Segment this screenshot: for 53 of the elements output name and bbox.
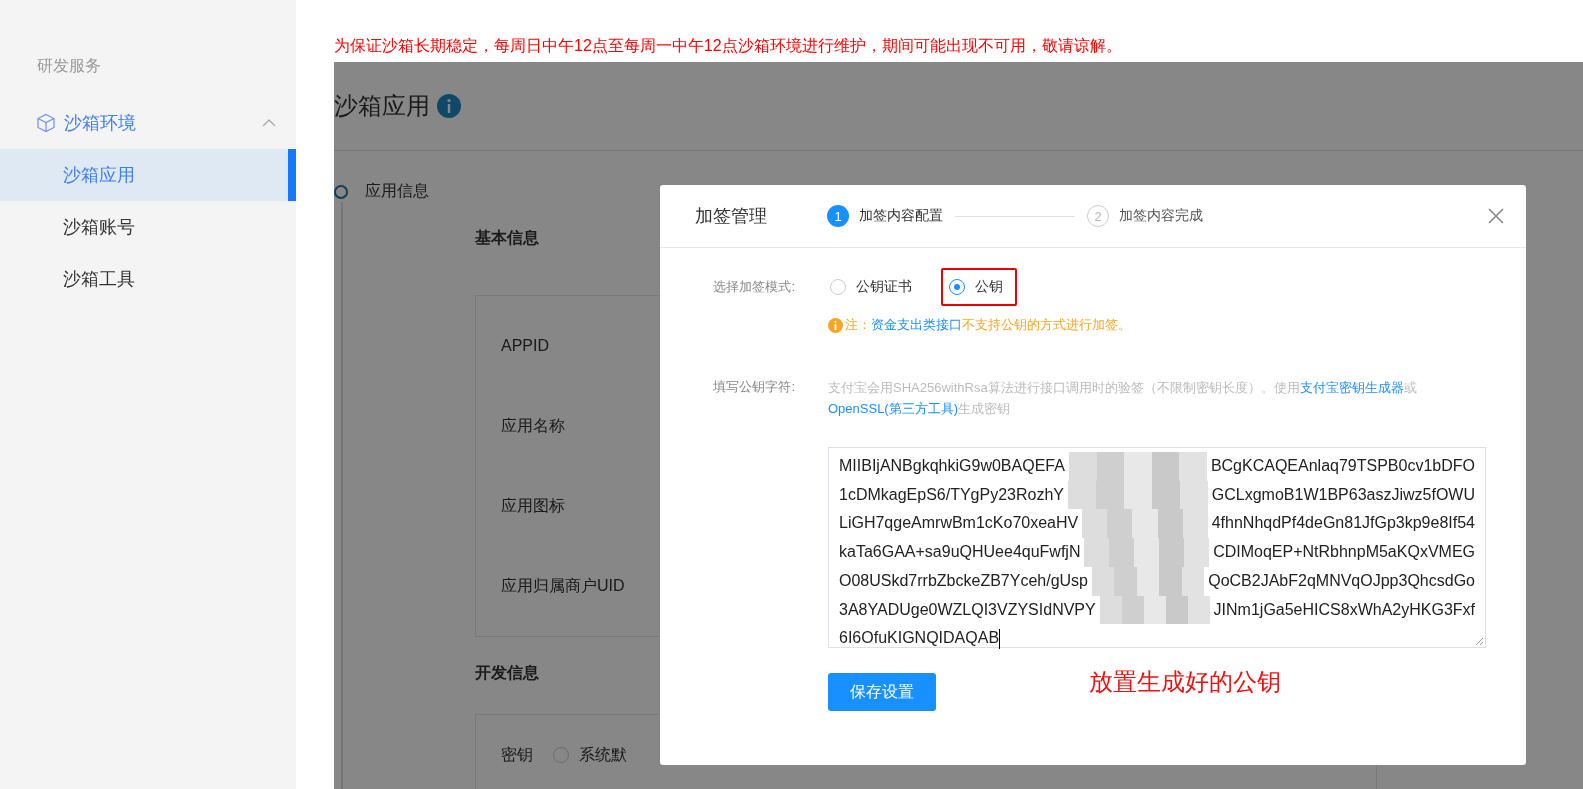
- field-label: 密钥: [501, 744, 533, 765]
- note-text: 注：资金支出类接口不支持公钥的方式进行加签。: [845, 316, 1131, 334]
- key-text: 6I6OfuKIGNQIDAQAB: [839, 628, 1000, 649]
- key-text: 3A8YADUge0WZLQI3VZYSIdNVPY: [839, 599, 1096, 620]
- annotation-text: 放置生成好的公钥: [1089, 667, 1281, 697]
- key-text: QoCB2JAbF2qMNVqOJpp3QhcsdGo: [1208, 570, 1475, 591]
- key-text: JINm1jGa5eHICS8xWhA2yHKG3Fxf: [1213, 599, 1475, 620]
- field-label: 应用名称: [501, 415, 565, 436]
- key-text: O08USkd7rrbZbckeZB7Yceh/gUsp: [839, 570, 1088, 591]
- key-text: MIIBIjANBgkqhkiG9w0BAQEFA: [839, 456, 1065, 476]
- field-label: APPID: [501, 337, 549, 355]
- section-heading: 基本信息: [475, 228, 539, 248]
- section-title: 研发服务: [37, 56, 101, 76]
- tool-link[interactable]: OpenSSL(第三方工具): [828, 401, 959, 416]
- key-text: kaTa6GAA+sa9uQHUee4quFwfjN: [839, 542, 1081, 563]
- sidebar-group[interactable]: 沙箱环境: [0, 97, 296, 149]
- step-label: 加签内容完成: [1119, 207, 1203, 225]
- sidebar-item[interactable]: 沙箱应用: [0, 149, 296, 201]
- field-label: 应用归属商户UID: [501, 575, 625, 596]
- radio-option[interactable]: 公钥证书: [828, 268, 926, 306]
- key-text: 4fhnNhqdPf4deGn81JfGp3kp9e8If54: [1211, 513, 1475, 534]
- public-key-field[interactable]: [828, 447, 1486, 648]
- radio-option[interactable]: 公钥: [941, 268, 1017, 306]
- form-label: 选择加签模式:: [713, 278, 795, 296]
- key-text: 1cDMkagEpS6/TYgPy23RozhY: [839, 484, 1064, 505]
- save-button[interactable]: 保存设置: [828, 673, 936, 711]
- hint-text: 支付宝会用SHA256withRsa算法进行接口调用时的验签（不限制密钥长度）。使用支付宝密钥生成器或 OpenSSL(第三方工具)生成密钥: [828, 379, 1418, 418]
- sidebar-item[interactable]: 沙箱工具: [0, 253, 296, 305]
- interface-link[interactable]: 资金支出类接口: [871, 317, 962, 332]
- section-heading: 开发信息: [475, 663, 539, 683]
- sidebar-item[interactable]: 沙箱账号: [0, 201, 296, 253]
- page-title: 沙箱应用: [334, 91, 430, 121]
- resize-handle-icon: [1475, 637, 1484, 646]
- info-icon: [436, 93, 462, 119]
- step-dot: [334, 184, 348, 199]
- form-label: 填写公钥字符:: [713, 378, 795, 396]
- step-label: 加签内容配置: [859, 207, 943, 225]
- key-text: GCLxgmoB1W1BP63aszJiwz5fOWU: [1211, 484, 1475, 505]
- key-text: LiGH7qgeAmrwBm1cKo70xeaHV: [839, 513, 1079, 534]
- field-label: 应用图标: [501, 495, 565, 516]
- maintenance-notice: 为保证沙箱长期稳定，每周日中午12点至每周一中午12点沙箱环境进行维护，期间可能出现不可用，敬请谅解。: [334, 37, 1122, 54]
- step-label: 应用信息: [365, 181, 429, 201]
- info-icon: [828, 317, 843, 333]
- key-text: BCgKCAQEAnlaq79TSPB0cv1bDFO: [1210, 456, 1475, 476]
- dialog-title: 加签管理: [695, 205, 768, 228]
- radio-label: 系统默: [579, 744, 627, 765]
- close-button[interactable]: [1488, 208, 1504, 224]
- key-text: CDIMoqEP+NtRbhnpM5aKQxVMEG: [1213, 542, 1475, 563]
- text-cursor: [999, 628, 1001, 649]
- step-number: 1: [827, 205, 849, 227]
- close-icon: [1488, 208, 1504, 224]
- cube-icon: [36, 113, 56, 133]
- tool-link[interactable]: 支付宝密钥生成器: [1299, 380, 1404, 395]
